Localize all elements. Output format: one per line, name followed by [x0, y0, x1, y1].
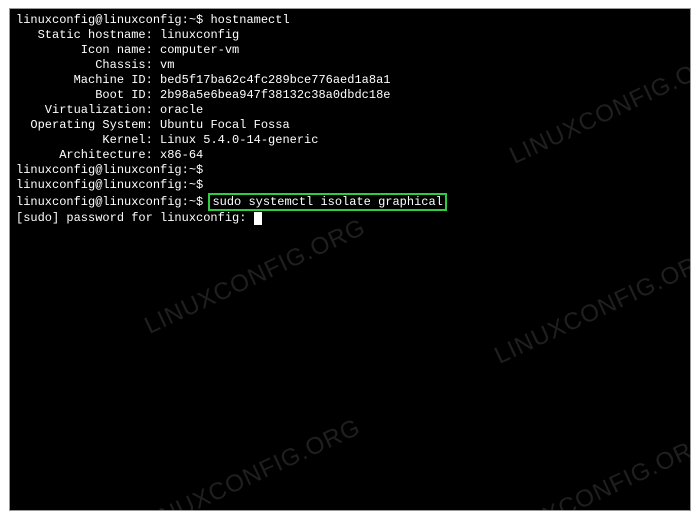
- output-line: Virtualization: oracle: [16, 103, 684, 118]
- sudo-password-prompt: [sudo] password for linuxconfig:: [16, 211, 684, 226]
- watermark-text: LINUXCONFIG.ORG: [138, 419, 362, 511]
- prompt-line-1: linuxconfig@linuxconfig:~$ hostnamectl: [16, 13, 684, 28]
- prompt-line-4: linuxconfig@linuxconfig:~$ sudo systemct…: [16, 193, 684, 211]
- output-line: Machine ID: bed5f17ba62c4fc289bce776aed1…: [16, 73, 684, 88]
- shell-prompt: linuxconfig@linuxconfig:~$: [16, 163, 210, 177]
- terminal-window[interactable]: linuxconfig@linuxconfig:~$ hostnamectl S…: [9, 8, 691, 511]
- output-line: Kernel: Linux 5.4.0-14-generic: [16, 133, 684, 148]
- prompt-line-2: linuxconfig@linuxconfig:~$: [16, 163, 684, 178]
- output-line: Operating System: Ubuntu Focal Fossa: [16, 118, 684, 133]
- output-line: Architecture: x86-64: [16, 148, 684, 163]
- shell-prompt: linuxconfig@linuxconfig:~$: [16, 13, 210, 27]
- command-text: hostnamectl: [210, 13, 289, 27]
- cursor-icon: [254, 212, 262, 225]
- watermark-text: LINUXCONFIG.ORG: [493, 249, 691, 364]
- prompt-line-3: linuxconfig@linuxconfig:~$: [16, 178, 684, 193]
- watermark-text: LINUXCONFIG.ORG: [488, 434, 691, 511]
- output-line: Chassis: vm: [16, 58, 684, 73]
- output-line: Icon name: computer-vm: [16, 43, 684, 58]
- highlighted-command: sudo systemctl isolate graphical: [208, 193, 446, 211]
- watermark-text: LINUXCONFIG.ORG: [143, 219, 367, 334]
- shell-prompt: linuxconfig@linuxconfig:~$: [16, 178, 210, 192]
- output-line: Static hostname: linuxconfig: [16, 28, 684, 43]
- output-line: Boot ID: 2b98a5e6bea947f38132c38a0dbdc18…: [16, 88, 684, 103]
- shell-prompt: linuxconfig@linuxconfig:~$: [16, 195, 210, 209]
